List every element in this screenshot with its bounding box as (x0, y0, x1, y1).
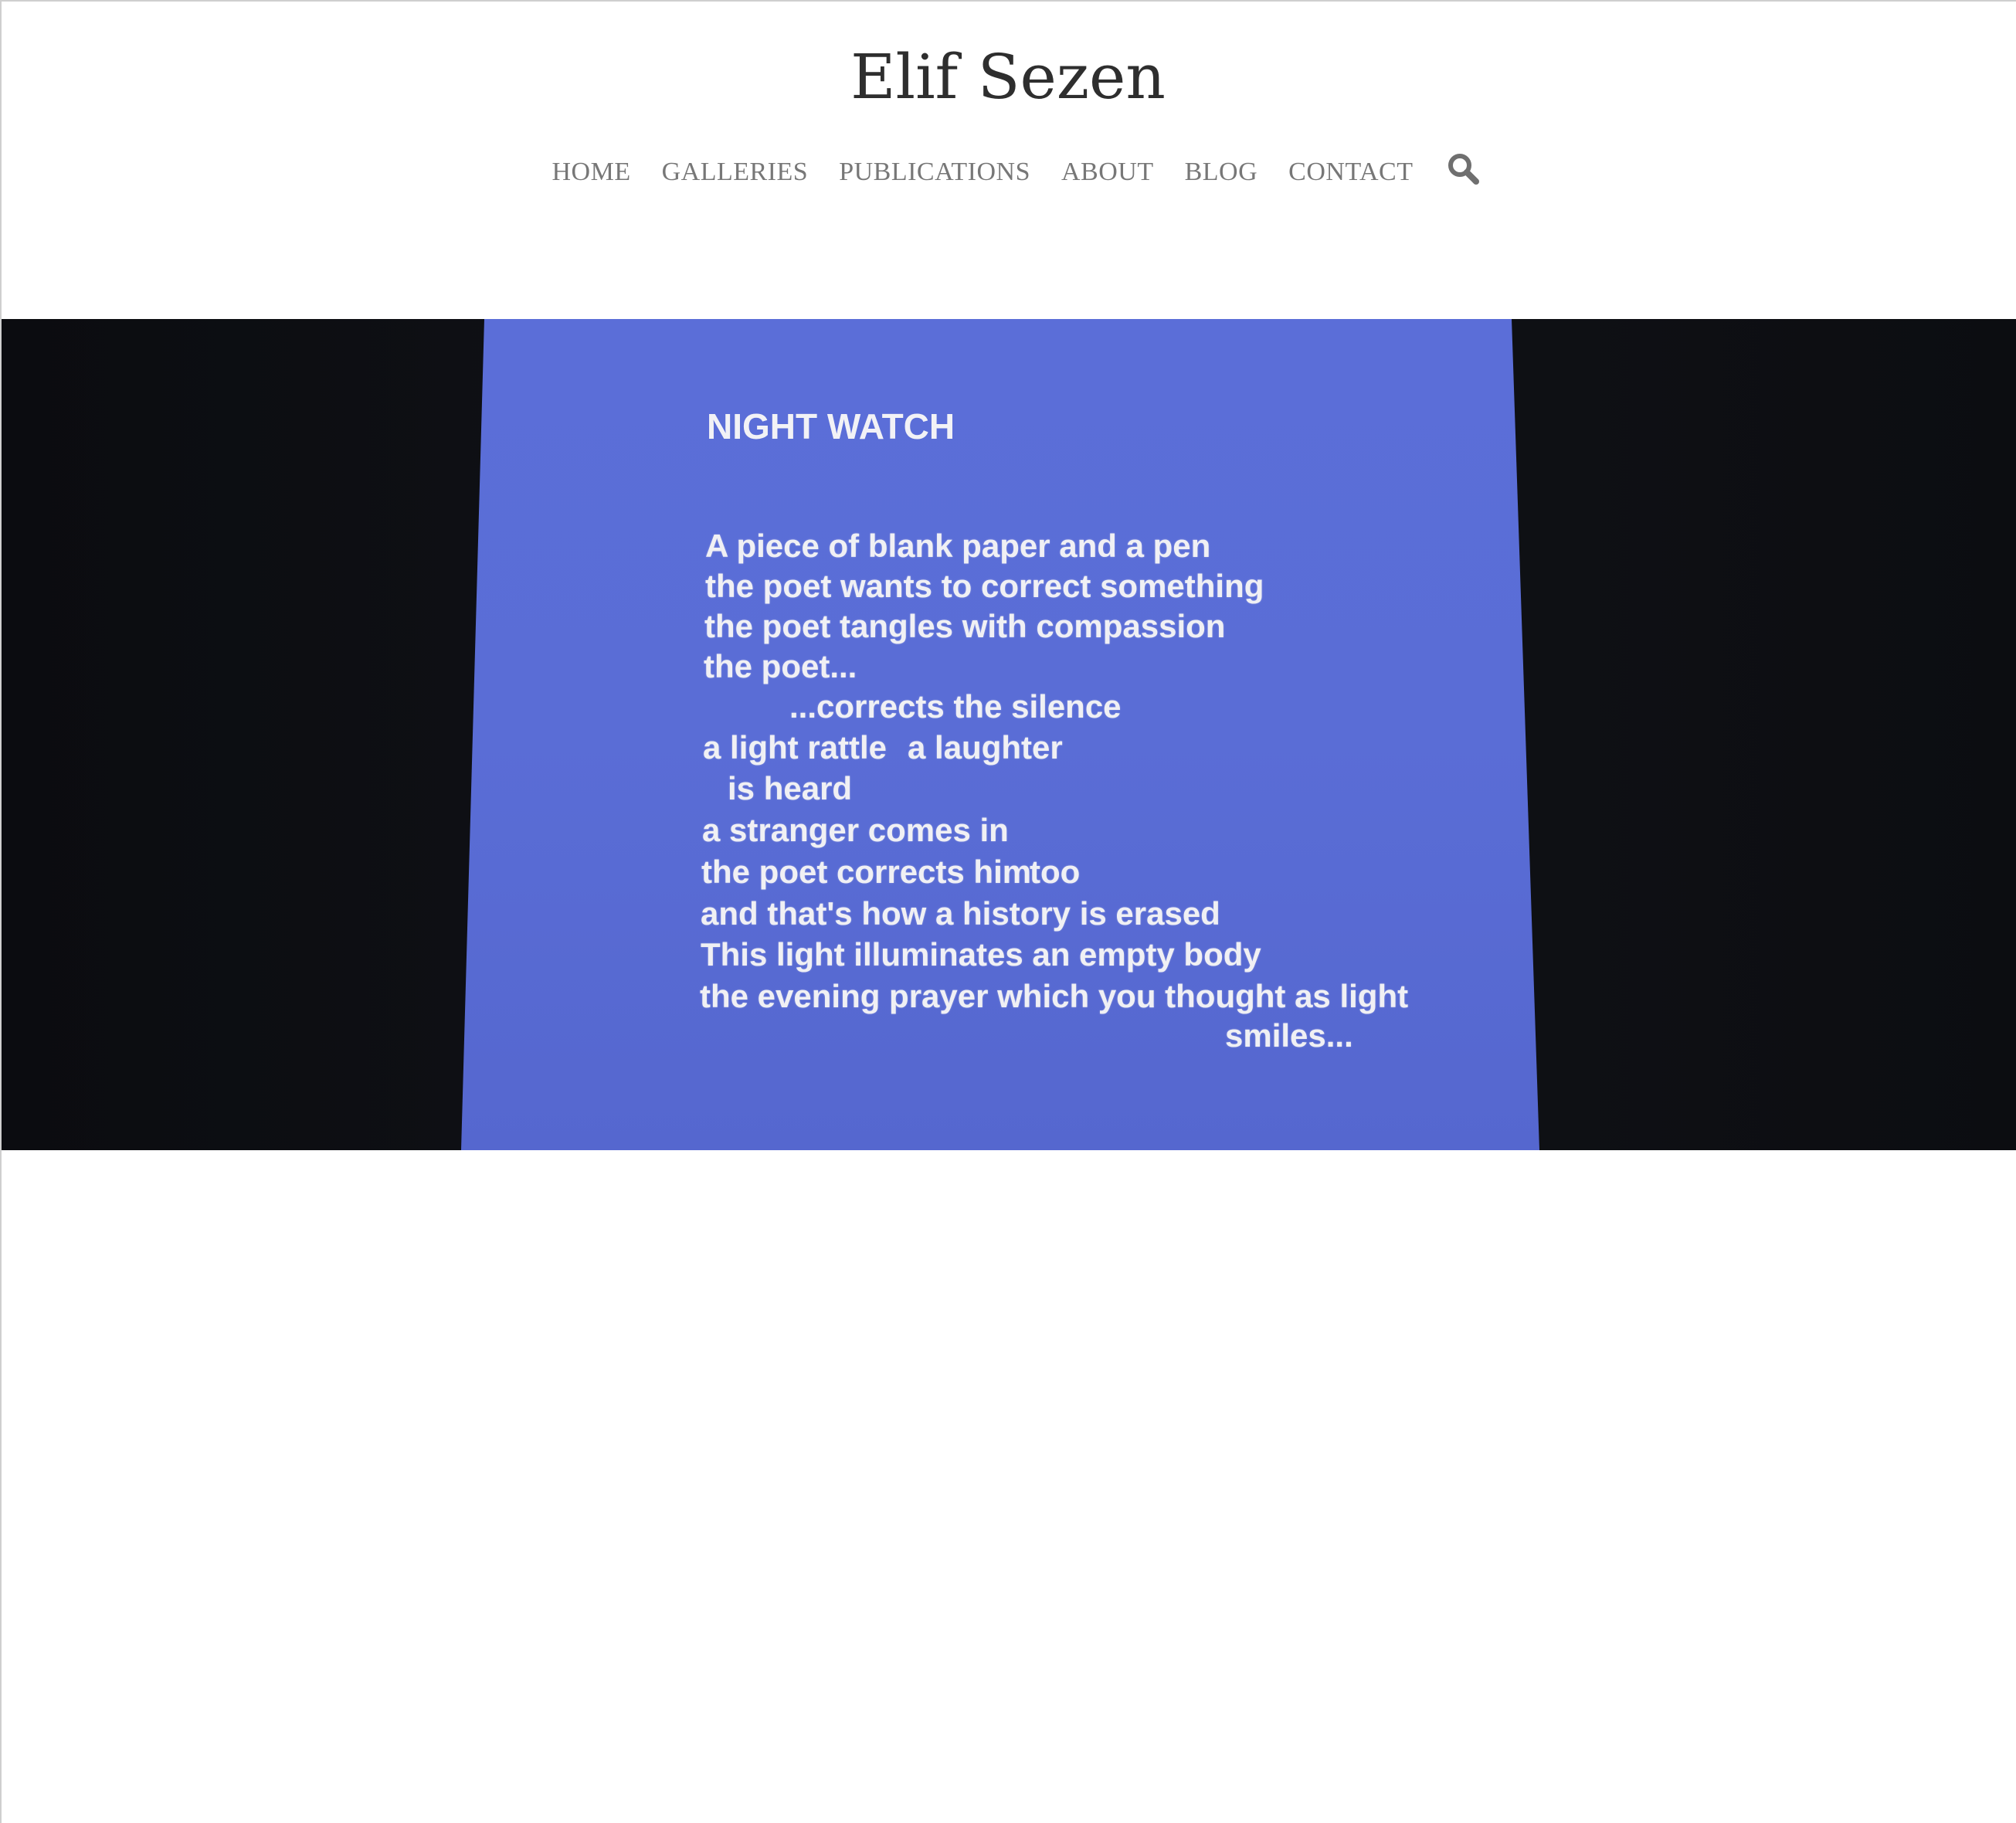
poem-line: the poet wants to correct something (705, 568, 1264, 604)
nav-item-publications[interactable]: PUBLICATIONS (839, 151, 1030, 194)
nav-item-about[interactable]: ABOUT (1061, 151, 1154, 194)
page-border-top (0, 0, 2016, 2)
poem-line: the evening prayer which you thought as … (700, 978, 1409, 1014)
poem-line: too (1030, 854, 1081, 890)
poem-line: and that's how a history is erased (701, 895, 1220, 932)
poem-line: is heard (728, 770, 853, 806)
poem-line: smiles... (1225, 1017, 1353, 1054)
nav-item-home[interactable]: HOME (552, 151, 630, 194)
search-icon[interactable] (1446, 151, 1480, 185)
poem-title: NIGHT WATCH (707, 406, 955, 446)
poem-line: ...corrects the silence (789, 688, 1122, 725)
poem-line: a light rattle (703, 729, 888, 766)
poem-line: the poet tangles with compassion (704, 608, 1226, 644)
site-title[interactable]: Elif Sezen (0, 32, 2016, 122)
poem-line: the poet... (704, 648, 857, 684)
nav-item-contact[interactable]: CONTACT (1288, 151, 1413, 194)
poem-line: a stranger comes in (702, 812, 1009, 848)
poem-line: A piece of blank paper and a pen (705, 528, 1211, 564)
nav-item-blog[interactable]: BLOG (1185, 151, 1258, 194)
main-navigation: HOME GALLERIES PUBLICATIONS ABOUT BLOG C… (0, 151, 2016, 194)
poem-line: a laughter (908, 729, 1063, 766)
poem-line: the poet corrects him (701, 854, 1032, 890)
nav-item-galleries[interactable]: GALLERIES (662, 151, 809, 194)
poem-line: This light illuminates an empty body (701, 936, 1261, 973)
hero-image: NIGHT WATCH A piece of blank paper and a… (2, 319, 2016, 1150)
